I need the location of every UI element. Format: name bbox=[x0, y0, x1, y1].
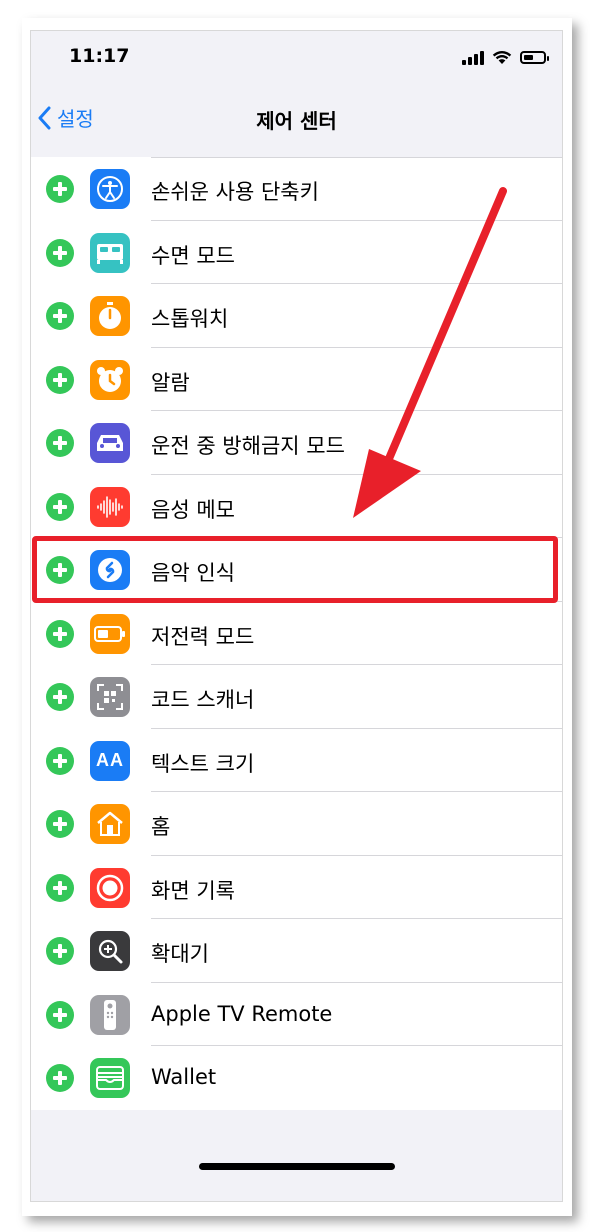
phone-screen: 11:17 설정 제어 센터 손쉬운 사용 단축키 수면 모드 스톱워치 알람 … bbox=[30, 30, 563, 1202]
red-arrow-annotation bbox=[353, 187, 507, 518]
home-indicator bbox=[199, 1163, 395, 1170]
